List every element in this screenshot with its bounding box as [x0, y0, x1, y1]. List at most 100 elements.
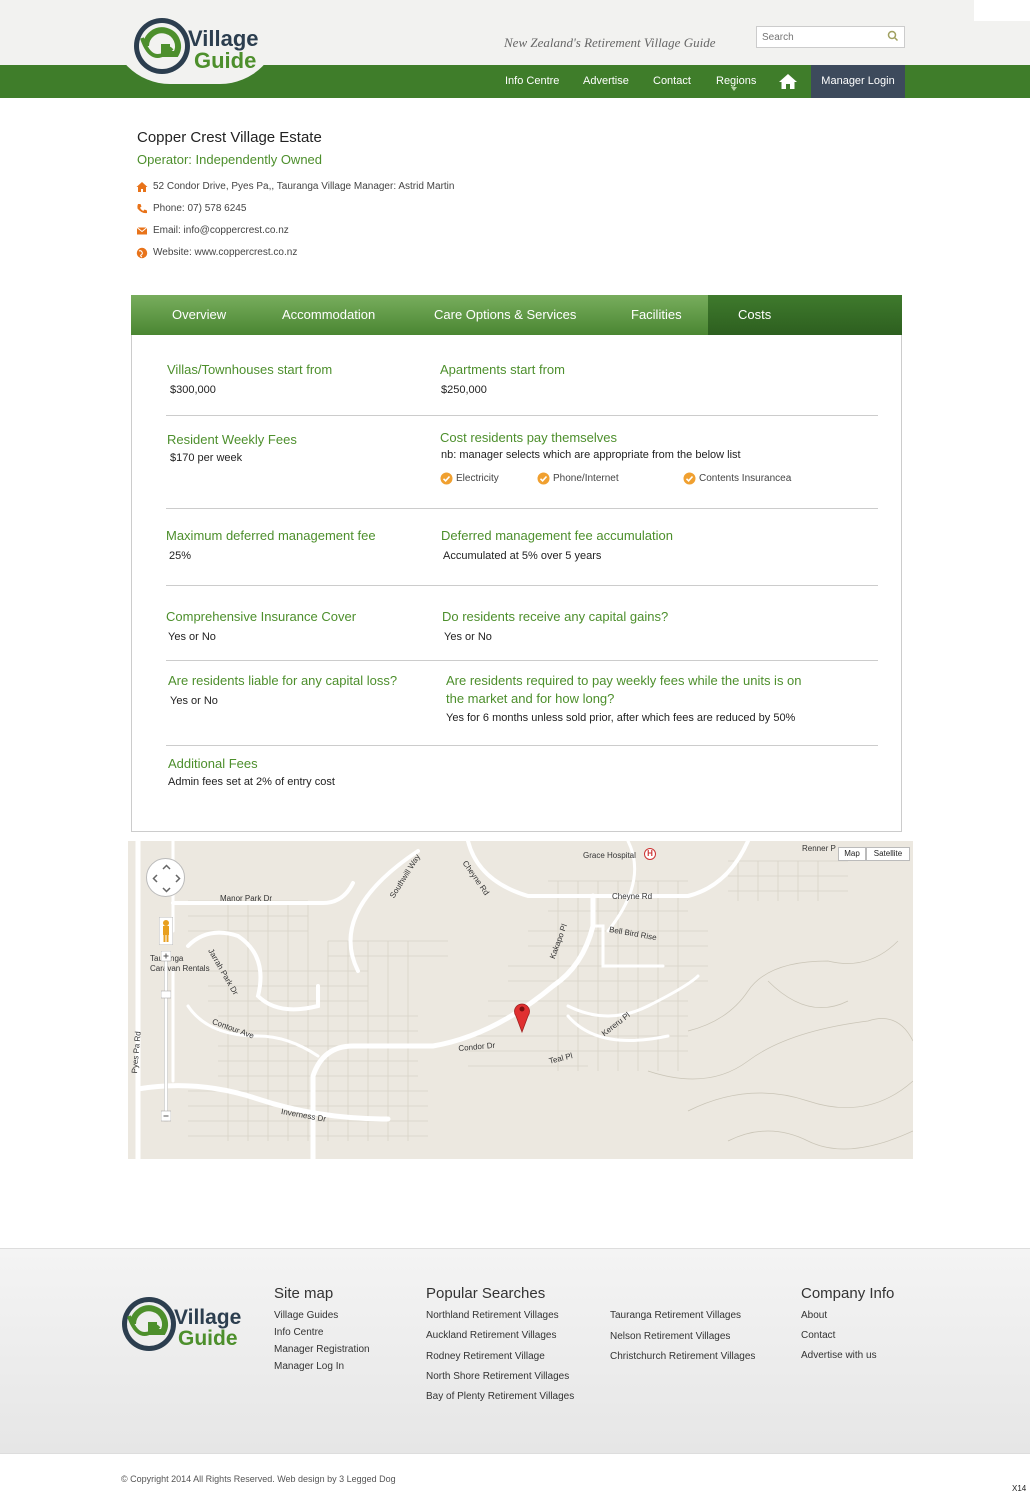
footer-link-bay-of-plenty[interactable]: Bay of Plenty Retirement Villages: [426, 1391, 574, 1402]
apartments-label: Apartments start from: [440, 362, 565, 377]
regions-caret-icon: [731, 87, 737, 91]
footer-popular-title: Popular Searches: [426, 1285, 546, 1302]
footer-link-rodney[interactable]: Rodney Retirement Village: [426, 1351, 545, 1362]
footer-link-nelson[interactable]: Nelson Retirement Villages: [610, 1331, 730, 1342]
footer-logo-text-guide: Guide: [178, 1327, 238, 1350]
weekly-market-label-line2: the market and for how long?: [446, 691, 615, 706]
capital-gains-label: Do residents receive any capital gains?: [442, 609, 669, 624]
globe-icon: [136, 247, 148, 259]
map-label-caravan-rentals: Caravan Rentals: [150, 964, 210, 973]
map-label-grace-hospital: Grace Hospital: [583, 851, 636, 860]
capital-loss-value: Yes or No: [170, 695, 218, 707]
footer-sitemap-title: Site map: [274, 1285, 334, 1302]
nav-regions[interactable]: Regions: [716, 65, 756, 98]
footer-link-manager-registration[interactable]: Manager Registration: [274, 1344, 370, 1355]
footer-company-title: Company Info: [801, 1285, 895, 1302]
weekly-market-value: Yes for 6 months unless sold prior, afte…: [446, 712, 796, 724]
insurance-label: Comprehensive Insurance Cover: [166, 609, 357, 624]
footer-logo[interactable]: Village Guide: [120, 1295, 260, 1353]
villas-label: Villas/Townhouses start from: [167, 362, 333, 377]
capital-gains-value: Yes or No: [444, 631, 492, 643]
logo-tab: Village Guide: [110, 6, 280, 84]
self-pay-label: Cost residents pay themselves: [440, 430, 618, 445]
weekly-market-label-line1: Are residents required to pay weekly fee…: [446, 673, 802, 688]
apartments-value: $250,000: [441, 384, 487, 396]
map-pan-control[interactable]: [146, 858, 185, 897]
divider: [166, 508, 878, 509]
footer-link-info-centre[interactable]: Info Centre: [274, 1327, 323, 1338]
village-guide-logo[interactable]: Village Guide: [132, 16, 272, 76]
divider: [166, 415, 878, 416]
weekly-fees-value: $170 per week: [170, 452, 243, 464]
check-label: Electricity: [456, 473, 499, 484]
pan-arrows-icon: [152, 864, 181, 893]
villas-value: $300,000: [170, 384, 216, 396]
footer-link-contact[interactable]: Contact: [801, 1330, 835, 1341]
map-label-cheyne-rd-2: Cheyne Rd: [612, 892, 653, 901]
dmf-label: Maximum deferred management fee: [166, 528, 376, 543]
footer-link-northland[interactable]: Northland Retirement Villages: [426, 1310, 559, 1321]
map-type-map-button[interactable]: Map: [838, 847, 866, 861]
village-title: Copper Crest Village Estate: [137, 129, 322, 146]
divider: [166, 660, 878, 661]
search-input[interactable]: [757, 27, 877, 48]
envelope-icon: [136, 227, 148, 235]
location-map[interactable]: Renner P Grace Hospital H Cheyne Rd Chey…: [128, 841, 913, 1159]
footer-link-village-guides[interactable]: Village Guides: [274, 1310, 338, 1321]
village-operator: Operator: Independently Owned: [137, 152, 323, 167]
nav-info-centre[interactable]: Info Centre: [505, 65, 559, 98]
check-circle-icon: [537, 472, 550, 485]
nav-advertise[interactable]: Advertise: [583, 65, 629, 98]
check-label: Contents Insurancea: [699, 473, 792, 484]
location-pin-icon[interactable]: [513, 999, 531, 1033]
footer-link-tauranga[interactable]: Tauranga Retirement Villages: [610, 1310, 741, 1321]
footer-link-about[interactable]: About: [801, 1310, 827, 1321]
manager-login-button[interactable]: Manager Login: [811, 65, 905, 98]
footer-link-christchurch[interactable]: Christchurch Retirement Villages: [610, 1351, 755, 1362]
map-label-renner: Renner P: [802, 844, 836, 853]
footer-link-north-shore[interactable]: North Shore Retirement Villages: [426, 1371, 569, 1382]
capital-loss-label: Are residents liable for any capital los…: [168, 673, 398, 688]
map-type-satellite-button[interactable]: Satellite: [866, 847, 910, 861]
tab-overview[interactable]: Overview: [172, 295, 226, 335]
dmf-value: 25%: [169, 550, 192, 562]
home-icon[interactable]: [778, 73, 798, 90]
map-label-manor-park: Manor Park Dr: [220, 894, 273, 903]
check-label: Phone/Internet: [553, 473, 619, 484]
search-icon[interactable]: [886, 29, 900, 43]
zoom-slider[interactable]: [161, 951, 171, 1129]
divider: [166, 585, 878, 586]
email-text[interactable]: Email: info@coppercrest.co.nz: [153, 224, 289, 238]
footer-link-manager-log-in[interactable]: Manager Log In: [274, 1361, 344, 1372]
hospital-icon: H: [644, 848, 656, 860]
additional-fees-label: Additional Fees: [168, 756, 258, 771]
check-circle-icon: [683, 472, 696, 485]
tab-facilities[interactable]: Facilities: [631, 295, 682, 335]
dmf-accumulation-label: Deferred management fee accumulation: [441, 528, 673, 543]
footer-logo-text-village: Village: [174, 1306, 241, 1329]
nav-contact[interactable]: Contact: [653, 65, 691, 98]
tab-care-options[interactable]: Care Options & Services: [434, 295, 576, 335]
copyright-text: © Copyright 2014 All Rights Reserved. We…: [121, 1474, 396, 1484]
logo-text-guide: Guide: [194, 48, 256, 73]
divider: [166, 745, 878, 746]
address-text: 52 Condor Drive, Pyes Pa,, Tauranga Vill…: [153, 181, 455, 192]
self-pay-note: nb: manager selects which are appropriat…: [441, 449, 741, 461]
weekly-fees-label: Resident Weekly Fees: [167, 432, 297, 447]
check-circle-icon: [440, 472, 453, 485]
phone-icon: [137, 204, 147, 214]
tab-costs[interactable]: Costs: [738, 295, 771, 335]
site-tagline: New Zealand's Retirement Village Guide: [504, 35, 716, 50]
website-text[interactable]: Website: www.coppercrest.co.nz: [153, 246, 297, 260]
street-view-pegman-icon[interactable]: [159, 917, 173, 945]
tab-accommodation[interactable]: Accommodation: [282, 295, 375, 335]
phone-text: Phone: 07) 578 6245: [153, 203, 247, 214]
footer-link-auckland[interactable]: Auckland Retirement Villages: [426, 1330, 556, 1341]
house-icon: [136, 182, 148, 192]
footer-link-advertise[interactable]: Advertise with us: [801, 1350, 877, 1361]
dmf-accumulation-value: Accumulated at 5% over 5 years: [443, 550, 602, 562]
search-box[interactable]: [756, 26, 905, 48]
corner-tag: X14: [1012, 1484, 1027, 1493]
header-corner: [974, 0, 1030, 21]
additional-fees-value: Admin fees set at 2% of entry cost: [168, 776, 335, 788]
